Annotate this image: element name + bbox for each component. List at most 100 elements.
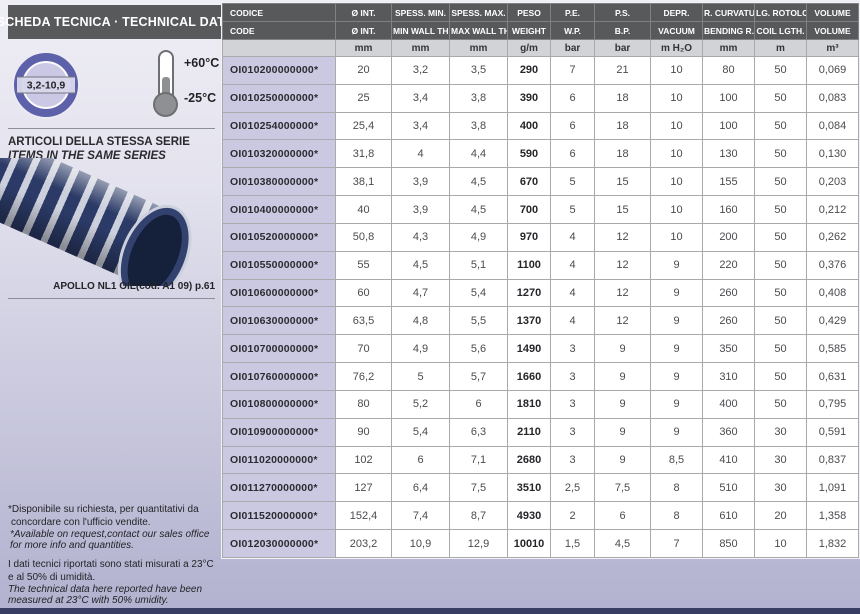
- cell-inner-diameter: 70: [336, 335, 392, 363]
- cell-max-wall-thickness: 12,9: [450, 530, 508, 558]
- column-header-en: MAX WALL TH.: [450, 22, 508, 40]
- table-row: OI010600000000* 60 4,7 5,4 1270 4 12 9 2…: [223, 279, 859, 307]
- cell-vacuum: 9: [651, 390, 703, 418]
- cell-weight: 1810: [508, 390, 551, 418]
- cell-volume: 0,795: [807, 390, 859, 418]
- cell-volume: 0,203: [807, 168, 859, 196]
- column-unit: bar: [595, 40, 651, 57]
- cell-coil-length: 20: [755, 502, 807, 530]
- cell-max-wall-thickness: 4,5: [450, 168, 508, 196]
- table-row: OI010254000000* 25,4 3,4 3,8 400 6 18 10…: [223, 112, 859, 140]
- cell-coil-length: 50: [755, 279, 807, 307]
- cell-vacuum: 10: [651, 84, 703, 112]
- cell-inner-diameter: 25: [336, 84, 392, 112]
- cell-max-wall-thickness: 5,7: [450, 363, 508, 391]
- column-header-it: P.S.: [595, 4, 651, 22]
- cell-coil-length: 50: [755, 168, 807, 196]
- cell-inner-diameter: 80: [336, 390, 392, 418]
- cell-vacuum: 8: [651, 502, 703, 530]
- cell-max-wall-thickness: 8,7: [450, 502, 508, 530]
- cell-weight: 700: [508, 196, 551, 224]
- code-cell: OI010600000000*: [223, 279, 336, 307]
- measurement-note-it-2: e al 50% di umidità.: [8, 572, 214, 585]
- cell-bending-radius: 155: [703, 168, 755, 196]
- cell-max-wall-thickness: 4,5: [450, 196, 508, 224]
- table-row: OI011520000000* 152,4 7,4 8,7 4930 2 6 8…: [223, 502, 859, 530]
- cell-weight: 10010: [508, 530, 551, 558]
- measurement-note-en-2: measured at 23°C with 50% umidity.: [8, 595, 214, 606]
- code-cell: OI010250000000*: [223, 84, 336, 112]
- cell-min-wall-thickness: 5,4: [392, 418, 450, 446]
- cell-burst-pressure: 4,5: [595, 530, 651, 558]
- cell-max-wall-thickness: 4,9: [450, 223, 508, 251]
- table-row: OI010400000000* 40 3,9 4,5 700 5 15 10 1…: [223, 196, 859, 224]
- table-row: OI010320000000* 31,8 4 4,4 590 6 18 10 1…: [223, 140, 859, 168]
- table-row: OI010250000000* 25 3,4 3,8 390 6 18 10 1…: [223, 84, 859, 112]
- cell-weight: 3510: [508, 474, 551, 502]
- cell-weight: 2110: [508, 418, 551, 446]
- cell-working-pressure: 7: [551, 57, 595, 85]
- cell-inner-diameter: 55: [336, 251, 392, 279]
- cell-max-wall-thickness: 4,4: [450, 140, 508, 168]
- cell-volume: 0,130: [807, 140, 859, 168]
- cell-bending-radius: 160: [703, 196, 755, 224]
- column-header-en: Ø INT.: [336, 22, 392, 40]
- cell-burst-pressure: 9: [595, 446, 651, 474]
- diameter-range-badge: 3,2-10,9: [17, 77, 75, 94]
- code-cell: OI010380000000*: [223, 168, 336, 196]
- cell-bending-radius: 260: [703, 307, 755, 335]
- cell-vacuum: 10: [651, 57, 703, 85]
- cell-min-wall-thickness: 4,9: [392, 335, 450, 363]
- cell-min-wall-thickness: 3,4: [392, 112, 450, 140]
- cell-coil-length: 30: [755, 446, 807, 474]
- cell-max-wall-thickness: 7,5: [450, 474, 508, 502]
- cell-coil-length: 30: [755, 418, 807, 446]
- table-row: OI010900000000* 90 5,4 6,3 2110 3 9 9 36…: [223, 418, 859, 446]
- cell-bending-radius: 260: [703, 279, 755, 307]
- cell-volume: 0,585: [807, 335, 859, 363]
- cell-vacuum: 8: [651, 474, 703, 502]
- cell-bending-radius: 360: [703, 418, 755, 446]
- cell-burst-pressure: 21: [595, 57, 651, 85]
- cell-coil-length: 50: [755, 363, 807, 391]
- cell-weight: 590: [508, 140, 551, 168]
- column-header-it: DEPR.: [651, 4, 703, 22]
- cell-weight: 2680: [508, 446, 551, 474]
- measurement-note-en-1: The technical data here reported have be…: [8, 584, 214, 595]
- cell-burst-pressure: 18: [595, 84, 651, 112]
- cell-weight: 1270: [508, 279, 551, 307]
- cell-weight: 1660: [508, 363, 551, 391]
- column-header-en: COIL LGTH.: [755, 22, 807, 40]
- measurement-note-it-1: I dati tecnici riportati sono stati misu…: [8, 559, 214, 572]
- technical-data-table: CODICE Ø INT. SPESS. MIN. SPESS. MAX. PE…: [221, 2, 860, 559]
- thermometer-bulb: [153, 92, 178, 117]
- column-header-it: PESO: [508, 4, 551, 22]
- divider-bottom: [8, 298, 215, 299]
- cell-working-pressure: 2: [551, 502, 595, 530]
- cell-coil-length: 50: [755, 335, 807, 363]
- code-cell: OI010700000000*: [223, 335, 336, 363]
- cell-working-pressure: 5: [551, 196, 595, 224]
- cell-working-pressure: 2,5: [551, 474, 595, 502]
- cell-burst-pressure: 15: [595, 196, 651, 224]
- code-cell: OI010400000000*: [223, 196, 336, 224]
- code-cell: OI011020000000*: [223, 446, 336, 474]
- code-cell: OI010200000000*: [223, 57, 336, 85]
- cell-inner-diameter: 90: [336, 418, 392, 446]
- cell-inner-diameter: 63,5: [336, 307, 392, 335]
- cell-burst-pressure: 9: [595, 363, 651, 391]
- cell-vacuum: 9: [651, 418, 703, 446]
- cell-burst-pressure: 18: [595, 140, 651, 168]
- page-title-label: SCHEDA TECNICA · TECHNICAL DATA: [0, 15, 233, 29]
- cell-volume: 0,429: [807, 307, 859, 335]
- series-heading-it: ARTICOLI DELLA STESSA SERIE: [8, 136, 190, 150]
- cell-bending-radius: 410: [703, 446, 755, 474]
- cell-max-wall-thickness: 6,3: [450, 418, 508, 446]
- cell-min-wall-thickness: 4: [392, 140, 450, 168]
- column-header-it: SPESS. MIN.: [392, 4, 450, 22]
- cell-vacuum: 10: [651, 196, 703, 224]
- code-cell: OI011520000000*: [223, 502, 336, 530]
- cell-coil-length: 50: [755, 223, 807, 251]
- cell-max-wall-thickness: 7,1: [450, 446, 508, 474]
- cell-inner-diameter: 203,2: [336, 530, 392, 558]
